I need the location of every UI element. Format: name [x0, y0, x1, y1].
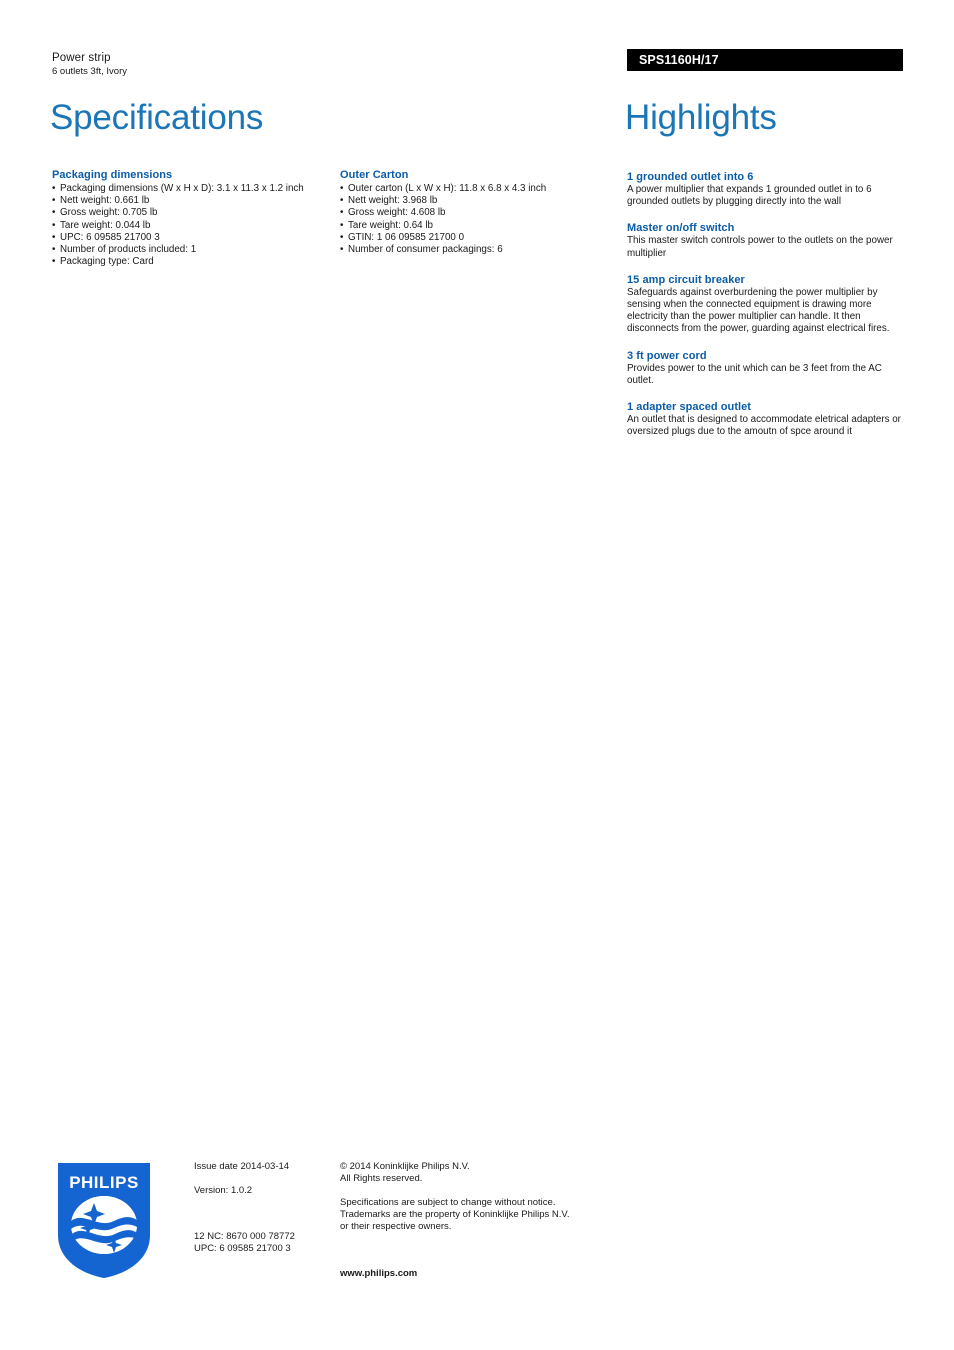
- spec-item: Tare weight: 0.044 lb: [52, 220, 327, 232]
- issue-date: Issue date 2014-03-14: [194, 1161, 290, 1172]
- issue-date-block: Issue date 2014-03-14: [194, 1161, 334, 1173]
- version-block: Version: 1.0.2: [194, 1185, 334, 1197]
- spec-item: Gross weight: 4.608 lb: [340, 207, 615, 219]
- website-link[interactable]: www.philips.com: [340, 1268, 640, 1280]
- spec-item: Outer carton (L x W x H): 11.8 x 6.8 x 4…: [340, 183, 615, 195]
- specifications-column-2: Outer Carton Outer carton (L x W x H): 1…: [340, 168, 615, 266]
- website-block: www.philips.com: [340, 1268, 640, 1280]
- specifications-column-1: Packaging dimensions Packaging dimension…: [52, 168, 327, 278]
- philips-shield-icon: PHILIPS: [58, 1163, 150, 1278]
- highlights-column: 1 grounded outlet into 6 A power multipl…: [627, 170, 903, 451]
- model-code-bar: SPS1160H/17: [627, 49, 903, 71]
- document-header: Power strip 6 outlets 3ft, Ivory: [52, 52, 612, 78]
- spec-item: Tare weight: 0.64 lb: [340, 220, 615, 232]
- highlight-body: This master switch controls power to the…: [627, 235, 893, 259]
- copyright-block: © 2014 Koninklijke Philips N.V. All Righ…: [340, 1161, 640, 1185]
- spec-item: Packaging type: Card: [52, 256, 327, 268]
- page-title-specifications: Specifications: [50, 98, 264, 137]
- codes-block: 12 NC: 8670 000 78772 UPC: 6 09585 21700…: [194, 1231, 334, 1255]
- philips-logo: PHILIPS: [58, 1163, 150, 1278]
- spec-item-list: Packaging dimensions (W x H x D): 3.1 x …: [52, 183, 327, 269]
- spec-item: GTIN: 1 06 09585 21700 0: [340, 232, 615, 244]
- highlight-title: 15 amp circuit breaker: [627, 273, 745, 286]
- highlight-body: Safeguards against overburdening the pow…: [627, 286, 890, 335]
- nc-code: 12 NC: 8670 000 78772: [194, 1231, 295, 1242]
- highlight-body: Provides power to the unit which can be …: [627, 362, 882, 386]
- spec-group-heading: Packaging dimensions: [52, 169, 173, 181]
- spec-item: Number of consumer packagings: 6: [340, 244, 615, 256]
- disclaimer-line-3: or their respective owners.: [340, 1221, 452, 1232]
- spec-group-outer-carton: Outer Carton Outer carton (L x W x H): 1…: [340, 168, 615, 256]
- footer-legal-column: © 2014 Koninklijke Philips N.V. All Righ…: [340, 1161, 640, 1280]
- footer-spacer: [194, 1209, 334, 1231]
- model-code-label: SPS1160H/17: [639, 53, 719, 67]
- footer-meta-column: Issue date 2014-03-14 Version: 1.0.2 12 …: [194, 1161, 334, 1255]
- spec-item: Nett weight: 0.661 lb: [52, 195, 327, 207]
- highlight-title: 1 adapter spaced outlet: [627, 401, 752, 414]
- highlight-item: 15 amp circuit breaker Safeguards agains…: [627, 273, 903, 336]
- disclaimer-line-1: Specifications are subject to change wit…: [340, 1197, 556, 1208]
- highlight-title: 1 grounded outlet into 6: [627, 171, 754, 183]
- version: Version: 1.0.2: [194, 1185, 253, 1196]
- highlight-title: Master on/off switch: [627, 222, 735, 235]
- spec-item: UPC: 6 09585 21700 3: [52, 232, 327, 244]
- disclaimer-line-2: Trademarks are the property of Koninklij…: [340, 1209, 570, 1220]
- spec-group-heading: Outer Carton: [340, 169, 409, 181]
- spec-item: Gross weight: 0.705 lb: [52, 207, 327, 219]
- page-title-highlights: Highlights: [625, 98, 777, 137]
- spec-item: Packaging dimensions (W x H x D): 3.1 x …: [52, 183, 327, 195]
- spec-item: Nett weight: 3.968 lb: [340, 195, 615, 207]
- disclaimer-block: Specifications are subject to change wit…: [340, 1197, 640, 1233]
- upc-code: UPC: 6 09585 21700 3: [194, 1243, 291, 1254]
- highlight-item: 1 adapter spaced outlet An outlet that i…: [627, 400, 903, 438]
- highlight-body: An outlet that is designed to accommodat…: [627, 414, 901, 438]
- highlight-item: 1 grounded outlet into 6 A power multipl…: [627, 170, 903, 208]
- product-name: Power strip: [52, 52, 111, 64]
- copyright-line-2: All Rights reserved.: [340, 1173, 423, 1184]
- spec-group-packaging-dimensions: Packaging dimensions Packaging dimension…: [52, 168, 327, 269]
- spec-item-list: Outer carton (L x W x H): 11.8 x 6.8 x 4…: [340, 183, 615, 256]
- highlight-item: Master on/off switch This master switch …: [627, 221, 903, 259]
- copyright-line-1: © 2014 Koninklijke Philips N.V.: [340, 1161, 470, 1172]
- highlight-item: 3 ft power cord Provides power to the un…: [627, 349, 903, 387]
- highlight-body: A power multiplier that expands 1 ground…: [627, 184, 872, 208]
- product-subtitle: 6 outlets 3ft, Ivory: [52, 66, 127, 77]
- svg-text:PHILIPS: PHILIPS: [69, 1173, 139, 1192]
- highlight-title: 3 ft power cord: [627, 349, 707, 362]
- spec-item: Number of products included: 1: [52, 244, 327, 256]
- footer-spacer: [340, 1245, 640, 1268]
